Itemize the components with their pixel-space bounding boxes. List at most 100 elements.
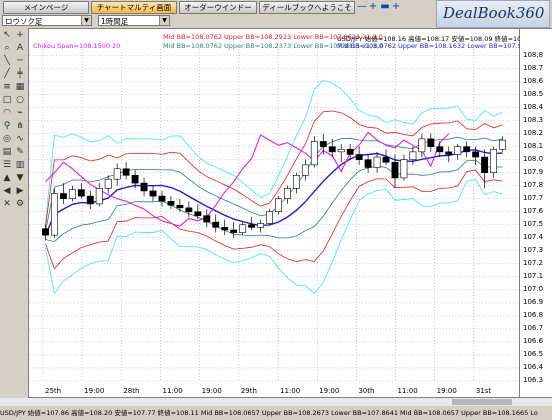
y-tick-label: 108.5 <box>523 89 544 98</box>
x-tick-label: 31st <box>476 387 492 395</box>
line-icon[interactable]: ╲ <box>1 56 13 67</box>
tab-chart-multi[interactable]: チャートマルティ画面 <box>91 1 177 14</box>
y-tick-label: 106.7 <box>523 323 544 332</box>
zoom-out-button[interactable]: ▬ <box>380 1 390 12</box>
text-icon[interactable]: A <box>14 43 26 54</box>
gann-icon[interactable]: ▦ <box>14 82 26 93</box>
candle-body <box>185 207 193 213</box>
arrow-down-icon[interactable]: ▼ <box>14 173 26 184</box>
y-tick-label: 107.8 <box>523 180 544 189</box>
candle-body <box>59 193 67 200</box>
chart-scrollbar[interactable] <box>0 398 552 406</box>
candle-body <box>445 151 453 155</box>
candle-body <box>203 215 211 223</box>
timeframe-select[interactable]: 1時間足 ▼ <box>98 15 170 26</box>
candle-body <box>418 138 426 153</box>
y-tick-label: 108.3 <box>523 115 544 124</box>
x-tick-label: 19:00 <box>319 387 339 395</box>
trendline-icon[interactable]: ╱ <box>1 69 13 80</box>
candle-body <box>194 211 202 216</box>
chart-svg: 25th 19:00 28th 11:00 19:00 29th 11:00 19:00 30t… <box>29 49 519 395</box>
x-tick-label: 19:00 <box>202 387 222 395</box>
y-tick-label: 108.2 <box>523 128 544 137</box>
y-tick-label: 108.0 <box>523 154 544 163</box>
candle-body <box>301 164 309 176</box>
minus-button[interactable]: — <box>357 1 367 12</box>
candle-body <box>230 229 238 233</box>
speed-icon[interactable]: ⌁ <box>14 108 26 119</box>
magnify-icon[interactable]: ⚲ <box>1 121 13 132</box>
candle-body <box>472 151 480 158</box>
dealbook360-logo: DealBook360 <box>436 0 550 28</box>
candle-body <box>275 198 282 213</box>
pitch-icon[interactable]: ⋔ <box>14 121 26 132</box>
plus-button[interactable]: + <box>368 1 378 12</box>
ellipse-icon[interactable]: ○ <box>14 95 26 106</box>
x-tick-label: 25th <box>45 387 61 395</box>
arrow-up-icon[interactable]: ▲ <box>1 173 13 184</box>
candle-body <box>122 168 130 176</box>
y-tick-label: 106.3 <box>523 376 544 384</box>
candle-body <box>310 141 318 166</box>
y-tick-label: 107.3 <box>523 245 544 254</box>
tab-order-window[interactable]: オーダーウインドー <box>179 1 257 14</box>
x-tick-label: 11:00 <box>398 387 418 395</box>
candle-body <box>221 227 229 231</box>
bb-upper-3-line <box>45 79 503 223</box>
delete-icon[interactable]: ✕ <box>1 199 13 210</box>
fib-icon[interactable]: ≡ <box>1 82 13 93</box>
y-tick-label: 108.8 <box>523 50 544 59</box>
candle-body <box>140 182 148 192</box>
candle-body <box>95 188 103 205</box>
candle-body <box>131 174 139 184</box>
x-tick-label: 19:00 <box>84 387 104 395</box>
arc-icon[interactable]: ◠ <box>1 108 13 119</box>
candle-body <box>149 190 157 197</box>
candle-body <box>481 156 489 173</box>
channel-icon[interactable]: ╪ <box>14 69 26 80</box>
arrow-right-icon[interactable]: ▶ <box>14 186 26 197</box>
table-icon[interactable]: ▥ <box>14 160 26 171</box>
chart-type-select[interactable]: ロウソク足 ▼ <box>2 15 92 26</box>
crosshair-icon[interactable]: + <box>14 30 26 41</box>
moving-average-line <box>44 149 503 236</box>
rect-icon[interactable]: □ <box>1 95 13 106</box>
candle-body <box>436 146 444 153</box>
y-tick-label: 106.5 <box>523 349 544 358</box>
candle-body <box>212 221 220 228</box>
candle-body <box>355 154 363 160</box>
candle-body <box>382 156 390 163</box>
y-tick-label: 106.9 <box>523 297 544 306</box>
candle-body <box>454 146 462 155</box>
drawing-toolbox: ↖ + ⌕ A ╲ ─ ╱ ╪ ≡ ▦ □ ○ ◠ ⌁ ⚲ ⋔ ◎ ∿ ▤ ✎ … <box>0 28 28 398</box>
candle-body <box>42 228 49 236</box>
arrow-left-icon[interactable]: ◀ <box>1 186 13 197</box>
candle-body <box>77 189 85 197</box>
status-bar: USD/JPY 始値=107.86 高値=108.20 安値=107.77 終値… <box>0 406 552 420</box>
x-tick-label: 28th <box>123 387 139 395</box>
scroll-thumb[interactable] <box>452 399 512 405</box>
list-icon[interactable]: ☰ <box>1 160 13 171</box>
x-tick-label: 19:00 <box>437 387 457 395</box>
hline-icon[interactable]: ─ <box>14 56 26 67</box>
grid-icon[interactable]: ▤ <box>1 147 13 158</box>
tab-main-page[interactable]: メインページ <box>3 1 89 14</box>
candle-body <box>409 151 417 160</box>
candle-body <box>167 201 175 206</box>
magnifier-icon[interactable]: ⌕ <box>1 43 13 54</box>
settings-icon[interactable]: ⚙ <box>14 199 26 210</box>
logo-text: DealBook360 <box>443 4 545 22</box>
cursor-icon[interactable]: ↖ <box>1 30 13 41</box>
y-tick-label: 108.4 <box>523 102 544 111</box>
wave-icon[interactable]: ∿ <box>14 134 26 145</box>
candle-body <box>239 224 247 233</box>
tab-dealbook-welcome[interactable]: ディールブックへようこそ <box>259 1 355 14</box>
candle-body <box>284 188 291 200</box>
cycle-icon[interactable]: ◎ <box>1 134 13 145</box>
zoom-in-button[interactable]: + <box>391 1 401 12</box>
pencil-icon[interactable]: ✎ <box>14 147 26 158</box>
price-chart[interactable]: 25th 19:00 28th 11:00 19:00 29th 11:00 19:00 30t… <box>28 28 552 398</box>
candle-body <box>113 168 121 180</box>
candle-body <box>391 161 399 179</box>
timeframe-value: 1時間足 <box>101 17 129 26</box>
